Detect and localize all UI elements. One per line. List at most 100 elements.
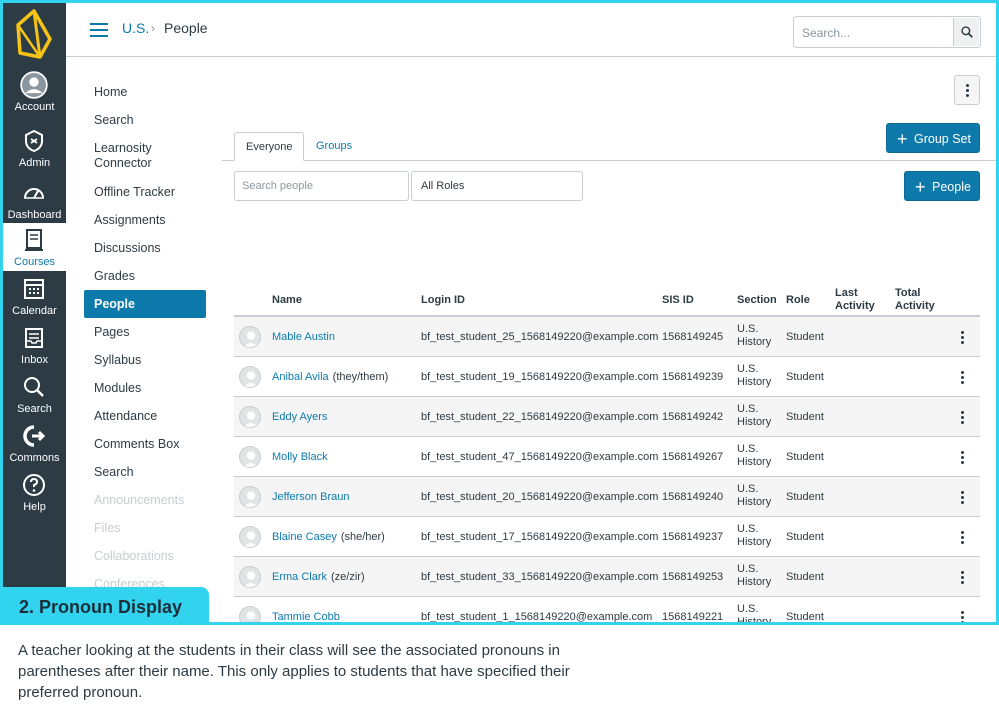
avatar[interactable]	[239, 526, 261, 548]
avatar[interactable]	[239, 406, 261, 428]
commons-icon	[23, 425, 46, 447]
row-options-kebab-icon[interactable]	[961, 491, 964, 504]
student-name-link[interactable]: Blaine Casey	[272, 531, 337, 543]
plus-icon: +	[915, 177, 926, 197]
student-name-link[interactable]: Erma Clark	[272, 571, 327, 583]
roles-select[interactable]: All Roles	[411, 171, 583, 201]
avatar[interactable]	[239, 566, 261, 588]
section-line2: History	[737, 456, 772, 468]
student-name-link[interactable]: Tammie Cobb	[272, 611, 340, 622]
column-header-total-activity-line1: Total	[895, 287, 921, 299]
course-nav-home[interactable]: Home	[84, 85, 206, 100]
plus-icon: +	[897, 129, 908, 149]
gnav-help[interactable]: Help	[3, 473, 66, 521]
column-header-section[interactable]: Section	[737, 294, 777, 307]
column-header-role[interactable]: Role	[786, 294, 810, 307]
add-group-set-label: Group Set	[914, 132, 971, 146]
gnav-search[interactable]: Search	[3, 375, 66, 423]
add-people-button[interactable]: + People	[904, 171, 980, 201]
student-name-link[interactable]: Molly Black	[272, 451, 328, 463]
avatar[interactable]	[239, 486, 261, 508]
sis-id-cell: 1568149221	[662, 611, 724, 623]
row-options-kebab-icon[interactable]	[961, 451, 964, 464]
roles-select-value: All Roles	[421, 180, 465, 192]
course-nav-offline-tracker[interactable]: Offline Tracker	[84, 185, 206, 200]
sis-id-cell: 1568149242	[662, 411, 724, 423]
section-line2: History	[737, 336, 772, 348]
gnav-label: Commons	[9, 452, 60, 464]
student-name-cell: Blaine Casey (she/her)	[272, 531, 385, 544]
row-options-kebab-icon[interactable]	[961, 571, 964, 584]
course-nav-syllabus[interactable]: Syllabus	[84, 353, 206, 368]
gnav-calendar[interactable]: Calendar	[3, 277, 66, 325]
section-line1: U.S.	[737, 563, 759, 575]
table-row: Erma Clark (ze/zir) bf_test_student_33_156…	[234, 557, 980, 597]
tab-everyone[interactable]: Everyone	[234, 132, 305, 161]
column-header-last-activity[interactable]: Last Activity	[835, 287, 875, 313]
gnav-dashboard[interactable]: Dashboard	[3, 181, 66, 229]
table-row: Eddy Ayers bf_test_student_22_1568149220@…	[234, 397, 980, 437]
column-header-total-activity[interactable]: Total Activity	[895, 287, 935, 313]
column-header-login-id[interactable]: Login ID	[421, 294, 465, 307]
kebab-icon	[965, 83, 969, 97]
course-nav-pages[interactable]: Pages	[84, 325, 206, 340]
gnav-courses[interactable]: Courses	[3, 223, 66, 271]
course-nav-search[interactable]: Search	[84, 113, 206, 128]
course-nav-learnosity-connector[interactable]: Learnosity Connector	[84, 141, 206, 171]
section-line1: U.S.	[737, 323, 759, 335]
breadcrumb-course-link[interactable]: U.S.	[122, 20, 149, 36]
search-people-input[interactable]: Search people	[234, 171, 409, 201]
table-row: Tammie Cobb bf_test_student_1_1568149220@…	[234, 597, 980, 623]
section-line1: U.S.	[737, 363, 759, 375]
course-nav-discussions[interactable]: Discussions	[84, 241, 206, 256]
section-line2: History	[737, 496, 772, 508]
column-header-sis-id[interactable]: SIS ID	[662, 294, 694, 307]
role-cell: Student	[786, 531, 824, 543]
course-nav-assignments[interactable]: Assignments	[84, 213, 206, 228]
avatar-placeholder-icon	[243, 571, 259, 587]
student-name-cell: Mable Austin	[272, 331, 335, 344]
avatar[interactable]	[239, 446, 261, 468]
gnav-inbox[interactable]: Inbox	[3, 326, 66, 374]
row-options-kebab-icon[interactable]	[961, 371, 964, 384]
add-group-set-button[interactable]: + Group Set	[886, 123, 980, 153]
gnav-admin[interactable]: Admin	[3, 129, 66, 177]
row-options-kebab-icon[interactable]	[961, 411, 964, 424]
tab-groups[interactable]: Groups	[305, 132, 363, 161]
course-nav-people[interactable]: People	[84, 290, 206, 318]
course-nav-grades[interactable]: Grades	[84, 269, 206, 284]
column-header-last-activity-line1: Last	[835, 287, 858, 299]
global-search-button[interactable]	[953, 18, 979, 46]
section-line2: History	[737, 576, 772, 588]
gnav-account[interactable]: Account	[3, 71, 66, 121]
course-nav-announcements: Announcements	[94, 493, 185, 507]
row-options-kebab-icon[interactable]	[961, 531, 964, 544]
gnav-commons[interactable]: Commons	[3, 424, 66, 472]
student-name-link[interactable]: Mable Austin	[272, 331, 335, 343]
calendar-icon	[24, 279, 44, 299]
course-nav-search-2[interactable]: Search	[84, 465, 206, 480]
table-row: Anibal Avila (they/them) bf_test_student_1…	[234, 357, 980, 397]
student-name-link[interactable]: Eddy Ayers	[272, 411, 327, 423]
course-nav-attendance[interactable]: Attendance	[84, 409, 206, 424]
canvas-logo-icon[interactable]	[12, 9, 56, 61]
login-id-cell: bf_test_student_25_1568149220@example.co…	[421, 331, 659, 343]
account-icon	[20, 71, 48, 99]
column-header-name[interactable]: Name	[272, 294, 302, 307]
course-nav-comments-box[interactable]: Comments Box	[84, 437, 206, 452]
avatar-placeholder-icon	[243, 451, 259, 467]
course-nav-modules[interactable]: Modules	[84, 381, 206, 396]
global-search-input[interactable]: Search...	[802, 26, 850, 40]
avatar[interactable]	[239, 326, 261, 348]
row-options-kebab-icon[interactable]	[961, 331, 964, 344]
table-row: Blaine Casey (she/her) bf_test_student_17_…	[234, 517, 980, 557]
hamburger-menu-icon[interactable]	[90, 23, 108, 37]
page-options-button[interactable]	[954, 75, 980, 105]
row-options-kebab-icon[interactable]	[961, 611, 964, 622]
student-name-link[interactable]: Jefferson Braun	[272, 491, 349, 503]
avatar[interactable]	[239, 606, 261, 622]
avatar[interactable]	[239, 366, 261, 388]
student-name-link[interactable]: Anibal Avila	[272, 371, 329, 383]
help-icon	[23, 474, 45, 496]
global-search[interactable]: Search...	[793, 16, 981, 48]
